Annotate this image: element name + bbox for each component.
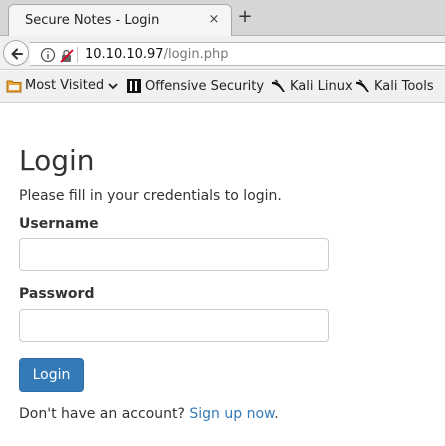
bookmark-label: Most Visited xyxy=(25,78,105,93)
page-title: Login xyxy=(19,144,95,177)
url-text[interactable]: 10.10.10.97/login.php xyxy=(85,47,229,62)
kali-dragon-icon xyxy=(272,79,285,92)
browser-tab[interactable]: Secure Notes - Login × xyxy=(8,4,232,36)
url-separator xyxy=(77,47,78,63)
username-input[interactable] xyxy=(19,238,329,271)
bookmark-label: Kali Linux xyxy=(290,78,353,94)
bookmark-kali-linux[interactable]: Kali Linux xyxy=(271,78,353,94)
back-button[interactable] xyxy=(3,40,29,66)
insecure-lock-icon[interactable] xyxy=(60,48,74,67)
folder-icon xyxy=(6,80,22,92)
username-label: Username xyxy=(19,216,99,232)
password-label: Password xyxy=(19,286,95,302)
password-input[interactable] xyxy=(19,309,329,342)
nav-bar: 10.10.10.97/login.php xyxy=(0,36,445,70)
signup-link[interactable]: Sign up now xyxy=(189,406,274,422)
intro-text: Please fill in your credentials to login… xyxy=(19,188,282,204)
tab-close-icon[interactable]: × xyxy=(205,11,223,29)
bookmarks-bar: Most Visited Offensive Security Kali Lin… xyxy=(0,71,445,103)
bookmark-label: Offensive Security xyxy=(145,78,265,94)
login-button[interactable]: Login xyxy=(19,358,84,392)
bookmark-offensive-security[interactable]: Offensive Security xyxy=(126,78,264,94)
tab-strip: Secure Notes - Login × + xyxy=(0,0,445,36)
back-arrow-icon xyxy=(11,48,23,60)
bookmark-kali-tools[interactable]: Kali Tools xyxy=(355,78,434,94)
url-path: /login.php xyxy=(163,47,229,62)
new-tab-button[interactable]: + xyxy=(234,6,256,28)
bookmark-most-visited[interactable]: Most Visited xyxy=(6,78,122,93)
tab-title: Secure Notes - Login xyxy=(25,13,160,28)
kali-dragon-icon xyxy=(356,79,369,92)
signup-text: Don't have an account? Sign up now. xyxy=(19,406,279,422)
offsec-icon xyxy=(127,79,141,93)
url-host: 10.10.10.97 xyxy=(85,47,164,62)
url-bar[interactable]: 10.10.10.97/login.php xyxy=(30,42,445,66)
signup-suffix: . xyxy=(274,406,279,422)
chevron-down-icon xyxy=(108,82,118,89)
info-icon[interactable] xyxy=(40,47,56,67)
signup-prompt: Don't have an account? xyxy=(19,406,185,422)
bookmark-label: Kali Tools xyxy=(374,78,434,94)
